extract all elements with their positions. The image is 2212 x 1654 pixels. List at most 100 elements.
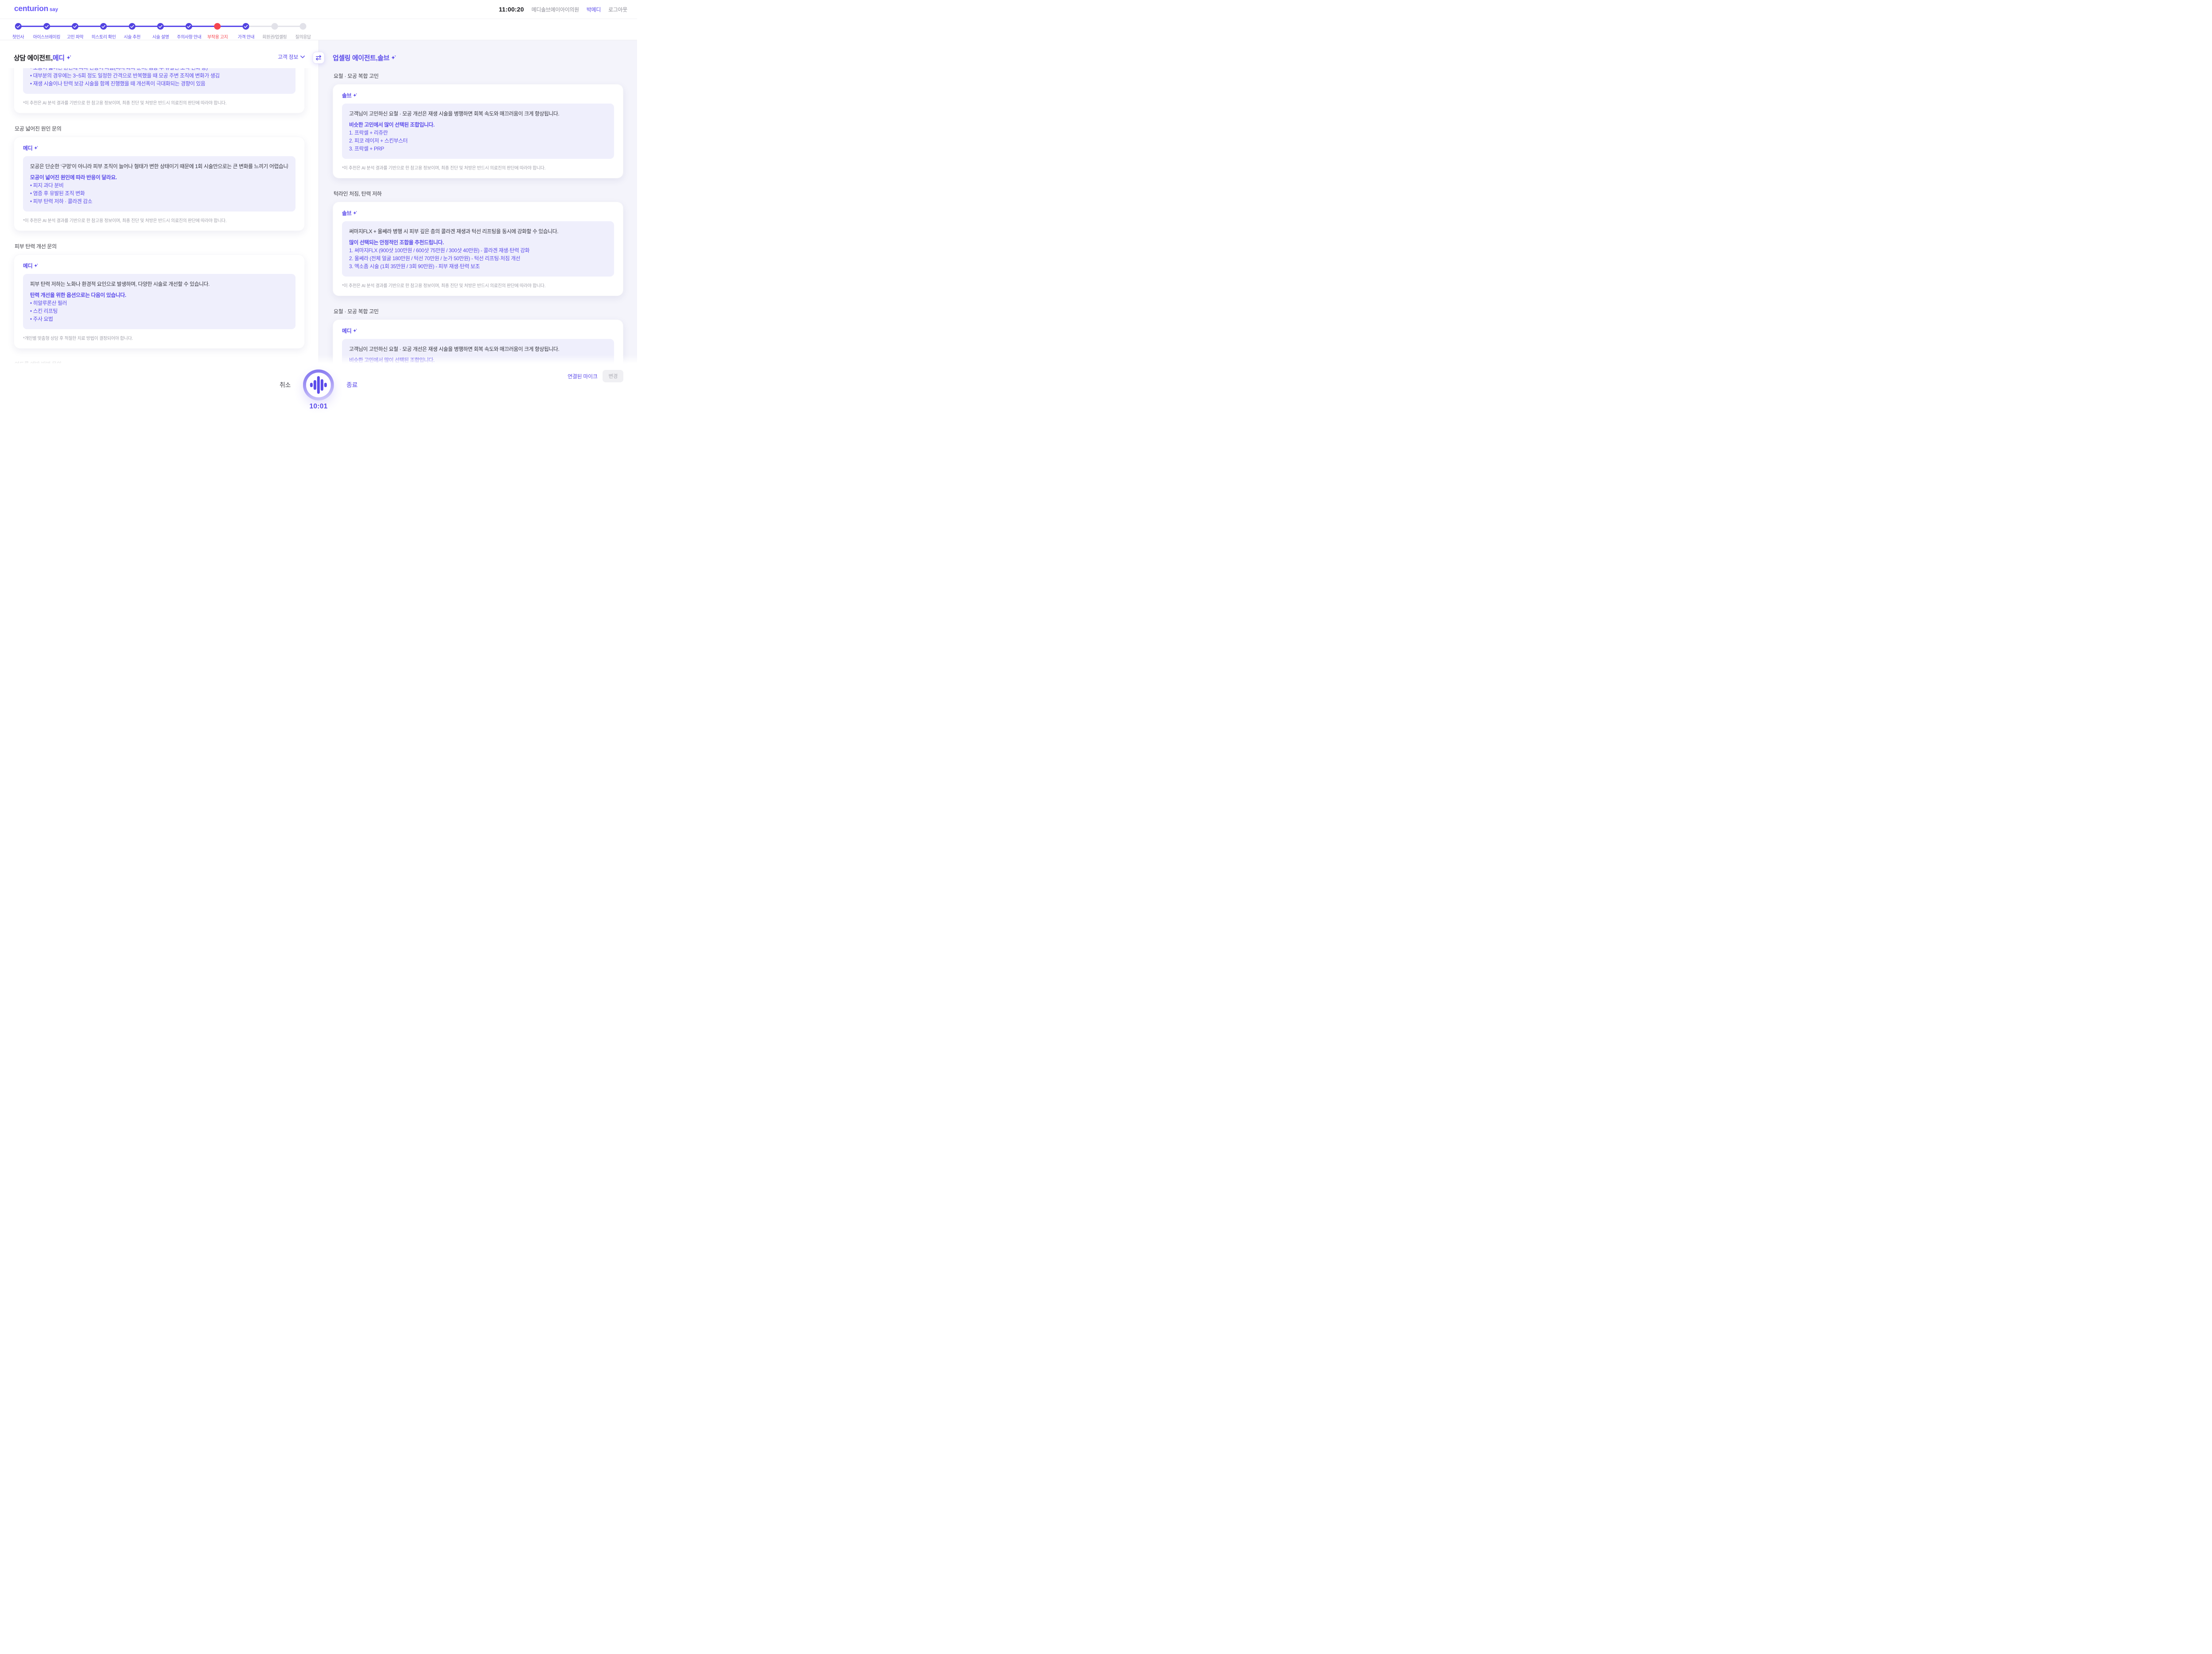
- message-lead: 고객님이 고민하신 요철 · 모공 개선은 재생 시술을 병행하면 회복 속도와…: [349, 345, 607, 353]
- message-item: • 피부 탄력 저하 · 콜라겐 감소: [30, 197, 288, 205]
- upsell-agent-name: 솔브: [377, 53, 389, 62]
- step-circle: [271, 23, 278, 30]
- check-icon: [244, 25, 248, 28]
- step-11[interactable]: 질의응답: [295, 23, 311, 40]
- step-9[interactable]: 가격 안내: [238, 23, 254, 40]
- step-7[interactable]: 주의사항 안내: [177, 23, 201, 40]
- check-icon: [73, 25, 77, 28]
- step-circle: [15, 23, 22, 30]
- agent-message-bubble: 써마지FLX + 울쎄라 병행 시 피부 깊은 층의 콜라겐 재생과 턱선 리프…: [342, 221, 614, 277]
- swap-panels-button[interactable]: [313, 52, 325, 64]
- upsell-agent-panel: 업셀링 에이전트, 솔브 요철 · 모공 복합 고민솔브고객님이 고민하신 요철…: [319, 40, 637, 364]
- call-control-bar: 취소 종료 10:01 연결된 마이크 변경: [0, 364, 637, 414]
- customer-info-label: 고객 정보: [278, 53, 298, 61]
- upsell-panel-title-prefix: 업셀링 에이전트,: [333, 53, 377, 62]
- check-icon: [16, 25, 20, 28]
- agent-label-text: 메디: [342, 327, 351, 335]
- message-item: 3. 프락셀 + PRP: [349, 145, 607, 153]
- step-1[interactable]: 첫인사: [12, 23, 24, 40]
- agent-card: 메디모공은 단순한 ‘구멍’이 아니라 피부 조직이 늘어나 형태가 변한 상태…: [14, 137, 305, 231]
- step-label: 질의응답: [295, 33, 311, 40]
- step-circle: [100, 23, 107, 30]
- sparkle-icon: [34, 263, 38, 268]
- cancel-button[interactable]: 취소: [280, 381, 291, 389]
- step-6[interactable]: 시술 설명: [152, 23, 169, 40]
- sparkle-icon: [34, 146, 38, 150]
- message-item: • 주사 요법: [30, 315, 288, 323]
- progress-stepper: 첫인사 아이스브레이킹고민 파악 히스토리 확인 시술 추천시술 설명 주의사항 안내 부…: [0, 19, 637, 40]
- message-item: 1. 써마지FLX (900샷 100만원 / 600샷 75만원 / 300샷…: [349, 246, 607, 254]
- step-circle: [243, 23, 250, 30]
- brand-logo-text: centurion: [14, 4, 48, 13]
- agent-label: 메디: [23, 262, 296, 269]
- step-4[interactable]: 히스토리 확인: [92, 23, 116, 40]
- sparkle-icon: [353, 211, 357, 215]
- disclaimer-note: *이 추천은 AI 분석 결과를 기반으로 한 참고용 정보이며, 최종 진단 …: [342, 282, 614, 288]
- step-circle: [43, 23, 50, 30]
- section-title: 요철 · 모공 복합 고민: [334, 72, 622, 80]
- step-label: 시술 설명: [152, 33, 169, 40]
- disclaimer-note: *이 추천은 AI 분석 결과를 기반으로 한 참고용 정보이며, 최종 진단 …: [342, 164, 614, 171]
- sparkle-icon: [353, 328, 357, 333]
- message-item: • 스킨 리프팅: [30, 307, 288, 315]
- check-icon: [187, 25, 191, 28]
- message-highlight: 탄력 개선을 위한 옵션으로는 다음이 있습니다.: [30, 291, 288, 299]
- brand-logo-suffix: say: [50, 7, 58, 12]
- step-5[interactable]: 시술 추천: [124, 23, 141, 40]
- upsell-panel-title: 업셀링 에이전트, 솔브: [333, 53, 396, 62]
- agent-label-text: 메디: [23, 262, 32, 269]
- user-name-link[interactable]: 박메디: [587, 6, 601, 13]
- swap-arrows-icon: [315, 54, 322, 61]
- section-title: 턱라인 처짐, 탄력 저하: [334, 190, 622, 197]
- step-label: 고민 파악: [67, 33, 84, 40]
- logout-link[interactable]: 로그아웃: [608, 6, 627, 13]
- step-circle: [129, 23, 135, 30]
- audio-waveform-icon: [310, 375, 327, 395]
- consult-agent-panel: 상담 에이전트, 메디 고객 정보 메디 • 모공이 넓어진 원인에 따라 반응이…: [0, 40, 319, 364]
- step-circle: [214, 23, 221, 30]
- section-title: 모공 넓어진 원인 문의: [15, 125, 304, 132]
- mic-visualizer-button[interactable]: [303, 369, 334, 400]
- message-highlight: 모공이 넓어진 원인에 따라 반응이 달라요.: [30, 173, 288, 181]
- agent-label-text: 솔브: [342, 209, 351, 217]
- brand-logo[interactable]: centurionsay: [14, 4, 58, 13]
- agent-card: 메디• 모공이 넓어진 원인에 따라 반응이 다름(피지 과다 분비, 염증 후…: [14, 68, 305, 113]
- step-label: 히스토리 확인: [92, 33, 116, 40]
- message-item: • 염증 후 유발된 조직 변화: [30, 189, 288, 197]
- agent-label: 솔브: [342, 92, 614, 99]
- message-lead: 써마지FLX + 울쎄라 병행 시 피부 깊은 층의 콜라겐 재생과 턱선 리프…: [349, 227, 607, 235]
- consult-panel-title: 상담 에이전트, 메디: [14, 53, 72, 62]
- agent-card: 솔브고객님이 고민하신 요철 · 모공 개선은 재생 시술을 병행하면 회복 속…: [333, 84, 623, 178]
- message-item: • 대부분의 경우에는 3~5회 정도 일정한 간격으로 반복했을 때 모공 주…: [30, 72, 288, 80]
- disclaimer-note: *이 추천은 AI 분석 결과를 기반으로 한 참고용 정보이며, 최종 진단 …: [23, 99, 296, 106]
- step-circle: [72, 23, 78, 30]
- check-icon: [130, 25, 134, 28]
- sparkle-icon: [66, 55, 72, 61]
- step-label: 가격 안내: [238, 33, 254, 40]
- main-content: 상담 에이전트, 메디 고객 정보 메디 • 모공이 넓어진 원인에 따라 반응이…: [0, 40, 637, 364]
- disclaimer-note: *개인별 맞춤형 상담 후 적절한 치료 방법이 결정되어야 합니다.: [23, 335, 296, 341]
- customer-info-toggle[interactable]: 고객 정보: [278, 53, 305, 61]
- upsell-message-list[interactable]: 요철 · 모공 복합 고민솔브고객님이 고민하신 요철 · 모공 개선은 재생 …: [319, 68, 637, 364]
- step-10[interactable]: 회원권/업셀링: [262, 23, 287, 40]
- disclaimer-note: *이 추천은 AI 분석 결과를 기반으로 한 참고용 정보이며, 최종 진단 …: [23, 217, 296, 223]
- clock: 11:00:20: [499, 6, 524, 13]
- top-bar: centurionsay 11:00:20 메디솔브에이아이의원 박메디 로그아…: [0, 0, 637, 19]
- agent-label: 메디: [342, 327, 614, 335]
- step-label: 회원권/업셀링: [262, 33, 287, 40]
- agent-message-bubble: 피부 탄력 저하는 노화나 환경적 요인으로 발생하며, 다양한 시술로 개선할…: [23, 274, 296, 329]
- end-call-button[interactable]: 종료: [346, 381, 357, 389]
- step-circle: [186, 23, 192, 30]
- agent-card: 솔브써마지FLX + 울쎄라 병행 시 피부 깊은 층의 콜라겐 재생과 턱선 …: [333, 202, 623, 296]
- step-circle: [300, 23, 306, 30]
- step-2[interactable]: 아이스브레이킹: [33, 23, 61, 40]
- message-lead: 모공은 단순한 ‘구멍’이 아니라 피부 조직이 늘어나 형태가 변한 상태이기…: [30, 162, 288, 170]
- consult-message-list[interactable]: 메디 • 모공이 넓어진 원인에 따라 반응이 다름(피지 과다 분비, 염증 후…: [0, 68, 319, 364]
- step-circle: [157, 23, 164, 30]
- step-3[interactable]: 고민 파악: [67, 23, 84, 40]
- mic-change-button[interactable]: 변경: [603, 370, 623, 382]
- sparkle-icon: [391, 55, 396, 61]
- agent-message-bubble: • 모공이 넓어진 원인에 따라 반응이 다름(피지 과다 분비, 염증 후 유…: [23, 68, 296, 94]
- message-item: 2. 피코 레이저 + 스킨부스터: [349, 137, 607, 145]
- step-8[interactable]: 부작용 고지: [207, 23, 228, 40]
